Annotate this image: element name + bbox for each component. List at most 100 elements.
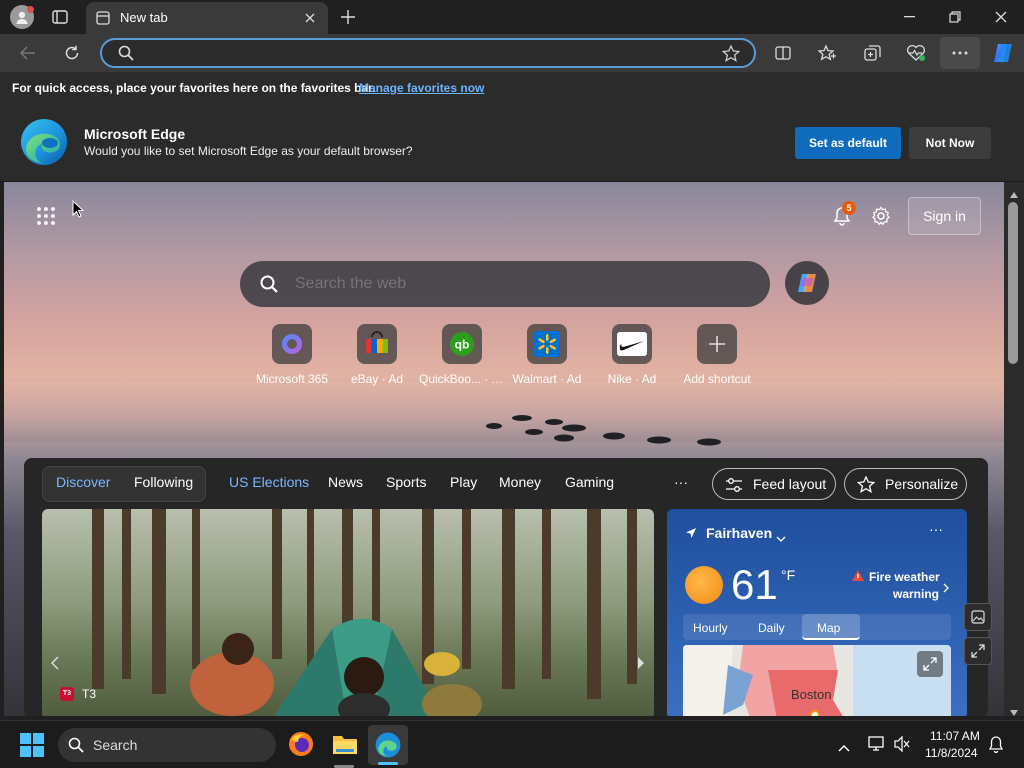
- shortcut-tile[interactable]: qb QuickBoo... · Ad: [419, 324, 505, 386]
- weather-alert-line1[interactable]: Fire weather: [869, 570, 940, 584]
- network-icon[interactable]: [868, 736, 886, 757]
- ebay-icon: [357, 324, 397, 364]
- background-image-icon[interactable]: [964, 603, 992, 631]
- shortcut-tile[interactable]: eBay · Ad: [334, 324, 420, 386]
- shortcut-tile[interactable]: Walmart · Ad: [504, 324, 590, 386]
- restore-icon[interactable]: [944, 7, 966, 27]
- split-screen-icon[interactable]: [772, 43, 794, 63]
- clock-date[interactable]: 11/8/2024: [925, 746, 978, 760]
- taskbar-search-box[interactable]: Search: [58, 728, 276, 762]
- not-now-button[interactable]: Not Now: [909, 127, 991, 159]
- weather-tab-map[interactable]: Map: [817, 621, 840, 635]
- manage-favorites-link[interactable]: Manage favorites now: [359, 81, 484, 95]
- personalize-button[interactable]: Personalize: [844, 468, 967, 500]
- microsoft-365-icon: [272, 324, 312, 364]
- edge-active-indicator: [378, 762, 398, 765]
- tab-discover[interactable]: Discover: [56, 474, 110, 490]
- tab-money[interactable]: Money: [499, 474, 541, 490]
- map-city-label: Boston: [791, 687, 832, 702]
- address-input[interactable]: [142, 44, 712, 62]
- close-window-icon[interactable]: [990, 7, 1012, 27]
- shortcut-tile[interactable]: Nike · Ad: [589, 324, 675, 386]
- refresh-icon[interactable]: [62, 43, 82, 63]
- nike-icon: [612, 324, 652, 364]
- favorites-bar: For quick access, place your favorites h…: [0, 72, 1024, 104]
- web-search-box[interactable]: [240, 261, 770, 307]
- fullscreen-icon[interactable]: [964, 637, 992, 665]
- taskbar-search-icon: [68, 737, 84, 758]
- collections-icon[interactable]: [861, 42, 883, 64]
- volume-muted-icon[interactable]: [894, 735, 910, 757]
- minimize-icon[interactable]: [898, 7, 920, 27]
- page-scrollbar[interactable]: [1004, 182, 1024, 716]
- carousel-prev-icon[interactable]: [46, 649, 64, 677]
- favorites-icon[interactable]: [816, 42, 838, 64]
- taskbar-search-label: Search: [93, 737, 138, 753]
- hero-article-card[interactable]: T3 T3: [42, 509, 654, 716]
- weather-more-button[interactable]: ···: [929, 521, 943, 537]
- article-source-label: T3: [82, 687, 97, 701]
- notification-center-bell-icon[interactable]: [988, 736, 1004, 758]
- weather-card[interactable]: Fairhaven ··· 61 °F Fire weather warning…: [667, 509, 967, 716]
- tab-sports[interactable]: Sports: [386, 474, 426, 490]
- prompt-message: Would you like to set Microsoft Edge as …: [84, 144, 413, 158]
- windows-start-icon[interactable]: [20, 733, 44, 762]
- shortcut-tile[interactable]: Add shortcut: [674, 324, 760, 386]
- location-chevron-icon[interactable]: [776, 529, 786, 547]
- shortcut-label: QuickBoo... · Ad: [419, 372, 505, 386]
- copilot-search-icon[interactable]: [785, 261, 829, 305]
- shortcut-label: Add shortcut: [683, 372, 751, 386]
- more-tabs-button[interactable]: ···: [674, 474, 688, 490]
- taskbar-edge-icon: [375, 732, 401, 758]
- shortcut-label: eBay · Ad: [350, 372, 404, 386]
- tab-title: New tab: [120, 10, 168, 25]
- favbar-text: For quick access, place your favorites h…: [12, 81, 376, 95]
- news-feed: Discover Following US Elections News Spo…: [24, 458, 988, 716]
- weather-temperature: 61: [731, 561, 778, 608]
- firefox-icon[interactable]: [288, 731, 314, 762]
- article-image: [92, 509, 637, 716]
- set-as-default-button[interactable]: Set as default: [795, 127, 901, 159]
- tab-play[interactable]: Play: [450, 474, 477, 490]
- favorite-star-icon[interactable]: [721, 44, 741, 67]
- shortcut-label: Walmart · Ad: [512, 372, 582, 386]
- location-arrow-icon: [685, 526, 697, 544]
- mouse-cursor-icon: [72, 200, 84, 218]
- page-settings-gear-icon[interactable]: [869, 204, 893, 228]
- clock-time[interactable]: 11:07 AM: [930, 729, 980, 743]
- weather-map[interactable]: Boston: [683, 645, 951, 716]
- map-expand-icon[interactable]: [917, 651, 943, 677]
- shortcut-tile[interactable]: Microsoft 365: [249, 324, 335, 386]
- tab-new-tab[interactable]: New tab: [86, 2, 328, 34]
- back-icon[interactable]: [18, 43, 38, 63]
- web-search-input[interactable]: [295, 274, 735, 294]
- settings-more-icon[interactable]: [940, 37, 980, 69]
- tab-actions-icon[interactable]: [50, 8, 70, 26]
- navigation-toolbar: [0, 34, 1024, 72]
- taskbar-edge-button[interactable]: [368, 725, 408, 765]
- browser-essentials-icon[interactable]: [905, 42, 927, 64]
- tab-news[interactable]: News: [328, 474, 363, 490]
- weather-location[interactable]: Fairhaven: [706, 525, 772, 541]
- alert-chevron-icon[interactable]: [943, 580, 949, 598]
- sign-in-button[interactable]: Sign in: [908, 197, 981, 235]
- apps-grid-icon[interactable]: [36, 204, 56, 228]
- new-tab-plus-icon[interactable]: [338, 7, 358, 27]
- copilot-icon[interactable]: [990, 40, 1016, 66]
- weather-tab-daily[interactable]: Daily: [758, 621, 785, 635]
- new-tab-page: 5 Sign in Microsoft 365 eBay · Ad qb QuickB…: [4, 182, 1004, 716]
- weather-alert-line2[interactable]: warning: [893, 587, 939, 601]
- tab-gaming[interactable]: Gaming: [565, 474, 614, 490]
- file-explorer-icon[interactable]: [332, 733, 358, 760]
- feed-layout-button[interactable]: Feed layout: [712, 468, 836, 500]
- weather-tab-hourly[interactable]: Hourly: [693, 621, 728, 635]
- map-image: [683, 645, 853, 716]
- scrollbar-thumb[interactable]: [1008, 202, 1018, 364]
- show-hidden-icons-chevron-icon[interactable]: [838, 739, 850, 757]
- carousel-next-icon[interactable]: [632, 649, 650, 677]
- prompt-title: Microsoft Edge: [84, 126, 186, 142]
- address-bar[interactable]: [100, 38, 756, 68]
- tab-following[interactable]: Following: [134, 474, 193, 490]
- tab-us-elections[interactable]: US Elections: [229, 474, 309, 490]
- close-tab-icon[interactable]: [302, 10, 318, 26]
